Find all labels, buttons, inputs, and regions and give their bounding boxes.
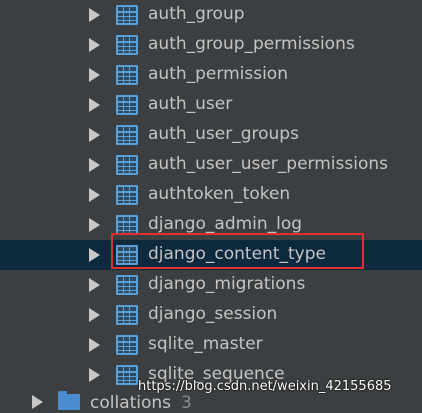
table-name: django_session	[148, 304, 278, 324]
table-name: auth_permission	[148, 64, 288, 84]
table-icon	[116, 245, 138, 265]
expand-arrow-icon[interactable]	[89, 278, 100, 292]
expand-arrow-icon[interactable]	[89, 98, 100, 112]
folder-icon	[58, 391, 80, 410]
table-icon	[116, 35, 138, 55]
table-icon	[116, 305, 138, 325]
expand-arrow-icon[interactable]	[89, 8, 100, 22]
expand-arrow-icon[interactable]	[89, 338, 100, 352]
tree-row-selected[interactable]: django_content_type	[0, 240, 422, 270]
table-icon	[116, 95, 138, 115]
table-name: django_content_type	[148, 244, 326, 264]
collations-label: collations	[90, 393, 172, 413]
expand-arrow-icon[interactable]	[89, 188, 100, 202]
table-icon	[116, 5, 138, 25]
table-icon	[116, 185, 138, 205]
table-name: auth_user_groups	[148, 124, 299, 144]
tree-row[interactable]: auth_user_user_permissions	[0, 150, 422, 180]
expand-arrow-icon[interactable]	[89, 308, 100, 322]
database-tree: auth_group auth_group_permissions auth_p…	[0, 0, 422, 390]
table-icon	[116, 215, 138, 235]
tree-row[interactable]: auth_user	[0, 90, 422, 120]
tree-row[interactable]: auth_user_groups	[0, 120, 422, 150]
tree-row[interactable]: auth_group	[0, 0, 422, 30]
tree-row[interactable]: django_admin_log	[0, 210, 422, 240]
tree-row[interactable]: django_session	[0, 300, 422, 330]
table-icon	[116, 275, 138, 295]
watermark-text: https://blog.csdn.net/weixin_42155685	[138, 379, 392, 394]
table-icon	[116, 365, 138, 385]
table-icon	[116, 335, 138, 355]
table-name: auth_group_permissions	[148, 34, 355, 54]
tree-row[interactable]: auth_permission	[0, 60, 422, 90]
table-name: django_migrations	[148, 274, 306, 294]
expand-arrow-icon[interactable]	[89, 248, 100, 262]
tree-row[interactable]: auth_group_permissions	[0, 30, 422, 60]
expand-arrow-icon[interactable]	[89, 68, 100, 82]
table-icon	[116, 65, 138, 85]
expand-arrow-icon[interactable]	[89, 218, 100, 232]
table-name: django_admin_log	[148, 214, 303, 234]
table-name: sqlite_master	[148, 334, 263, 354]
table-name: auth_user_user_permissions	[148, 154, 388, 174]
table-icon	[116, 155, 138, 175]
tree-row[interactable]: django_migrations	[0, 270, 422, 300]
expand-arrow-icon[interactable]	[32, 395, 43, 409]
tree-row[interactable]: sqlite_master	[0, 330, 422, 360]
table-icon	[116, 125, 138, 145]
table-name: authtoken_token	[148, 184, 291, 204]
expand-arrow-icon[interactable]	[89, 38, 100, 52]
expand-arrow-icon[interactable]	[89, 158, 100, 172]
collations-count: 3	[181, 393, 192, 413]
expand-arrow-icon[interactable]	[89, 368, 100, 382]
expand-arrow-icon[interactable]	[89, 128, 100, 142]
table-name: auth_group	[148, 4, 245, 24]
table-name: auth_user	[148, 94, 233, 114]
tree-row[interactable]: authtoken_token	[0, 180, 422, 210]
